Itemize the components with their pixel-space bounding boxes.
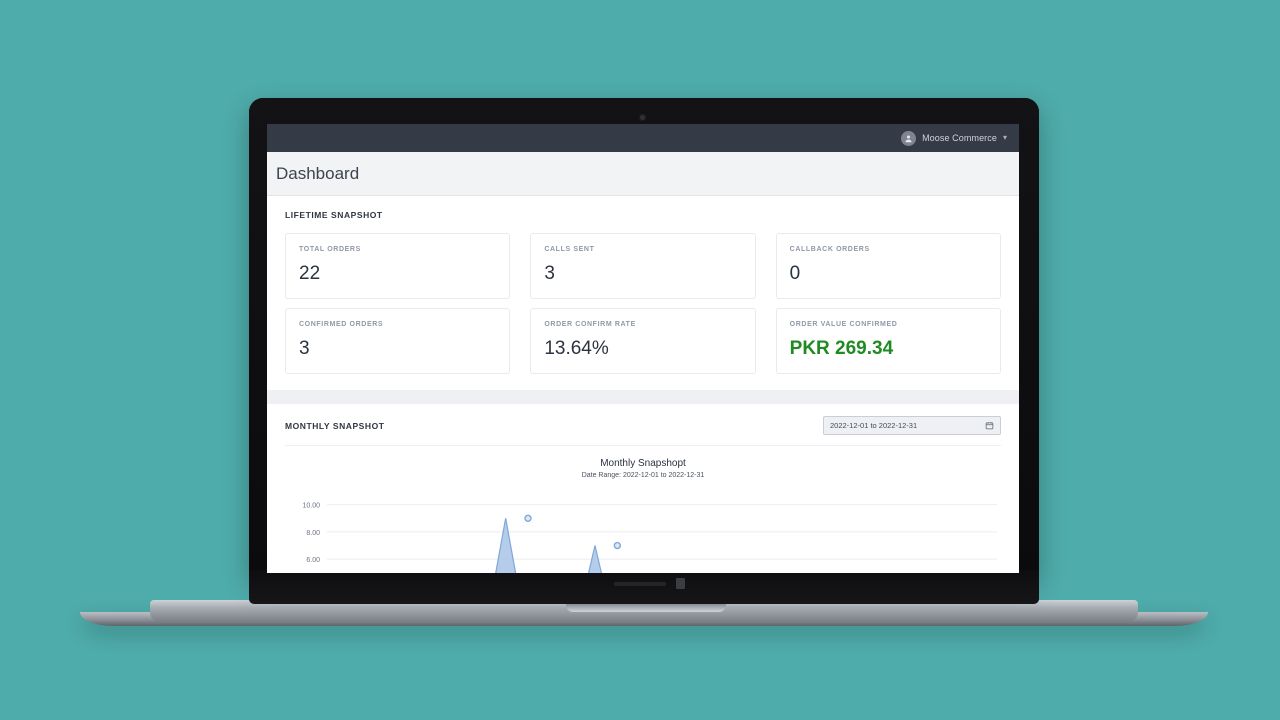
page-header: Dashboard	[267, 152, 1019, 196]
kpi-card-calls-sent: CALLS SENT 3	[530, 233, 756, 299]
kpi-card-total-orders: TOTAL ORDERS 22	[285, 233, 511, 299]
monthly-header: MONTHLY SNAPSHOT 2022-12-01 to 2022-12-3…	[285, 416, 1001, 435]
kpi-label: ORDER VALUE CONFIRMED	[789, 321, 898, 328]
kpi-card-confirmed-orders: CONFIRMED ORDERS 3	[285, 308, 511, 374]
user-name-label: Moose Commerce	[922, 133, 997, 143]
kpi-label: CALLS SENT	[544, 246, 595, 253]
page-title: Dashboard	[276, 163, 360, 183]
date-range-picker[interactable]: 2022-12-01 to 2022-12-31	[823, 416, 1001, 435]
chart-subtitle: Date Range: 2022-12-01 to 2022-12-31	[581, 472, 705, 479]
svg-text:10.00: 10.00	[302, 503, 320, 510]
hinge-mark	[614, 582, 666, 586]
calendar-icon[interactable]	[985, 421, 994, 430]
webcam-icon	[640, 115, 645, 120]
kpi-value: 3	[299, 338, 310, 359]
user-avatar-icon	[901, 130, 917, 146]
lifetime-section-title: LIFETIME SNAPSHOT	[285, 210, 383, 220]
monthly-snapshot-panel: MONTHLY SNAPSHOT 2022-12-01 to 2022-12-3…	[267, 404, 1019, 573]
chart-container: Monthly Snapshopt Date Range: 2022-12-01…	[285, 445, 1001, 573]
chevron-down-icon: ▾	[1002, 133, 1007, 142]
chart-svg: 10.00 8.00 6.00	[302, 503, 997, 573]
screen-viewport: Moose Commerce ▾ Dashboard LIFETIME SNAP…	[267, 124, 1019, 573]
svg-text:6.00: 6.00	[306, 557, 320, 564]
kpi-value: PKR 269.34	[789, 338, 894, 359]
kpi-value: 22	[299, 263, 321, 284]
kpi-value: 13.64%	[544, 338, 609, 359]
kpi-value: 0	[789, 263, 801, 284]
panel-divider	[267, 390, 1019, 404]
chart-plot-area[interactable]: 10.00 8.00 6.00	[285, 487, 1001, 573]
kpi-label: ORDER CONFIRM RATE	[544, 321, 636, 328]
laptop-mockup: Moose Commerce ▾ Dashboard LIFETIME SNAP…	[0, 0, 1280, 720]
app-topbar: Moose Commerce ▾	[267, 124, 1019, 152]
lifetime-snapshot-panel: LIFETIME SNAPSHOT TOTAL ORDERS 22 CALLS …	[267, 196, 1019, 390]
kpi-label: TOTAL ORDERS	[299, 246, 361, 253]
date-range-value: 2022-12-01 to 2022-12-31	[830, 421, 918, 430]
kpi-label: CALLBACK ORDERS	[789, 246, 870, 253]
monthly-section-title: MONTHLY SNAPSHOT	[285, 420, 385, 431]
svg-text:8.00: 8.00	[306, 530, 320, 537]
kpi-card-order-confirm-rate: ORDER CONFIRM RATE 13.64%	[530, 308, 756, 374]
user-menu[interactable]: Moose Commerce ▾	[901, 130, 1007, 146]
hinge-port	[676, 578, 685, 589]
kpi-grid: TOTAL ORDERS 22 CALLS SENT 3 CALLBACK OR…	[285, 233, 1001, 390]
chart-title: Monthly Snapshopt	[600, 458, 686, 469]
kpi-card-order-value-confirmed: ORDER VALUE CONFIRMED PKR 269.34	[775, 308, 1001, 374]
kpi-value: 3	[544, 263, 555, 284]
kpi-card-callback-orders: CALLBACK ORDERS 0	[775, 233, 1001, 299]
kpi-label: CONFIRMED ORDERS	[299, 321, 384, 328]
laptop-lid-foot	[249, 570, 1039, 604]
